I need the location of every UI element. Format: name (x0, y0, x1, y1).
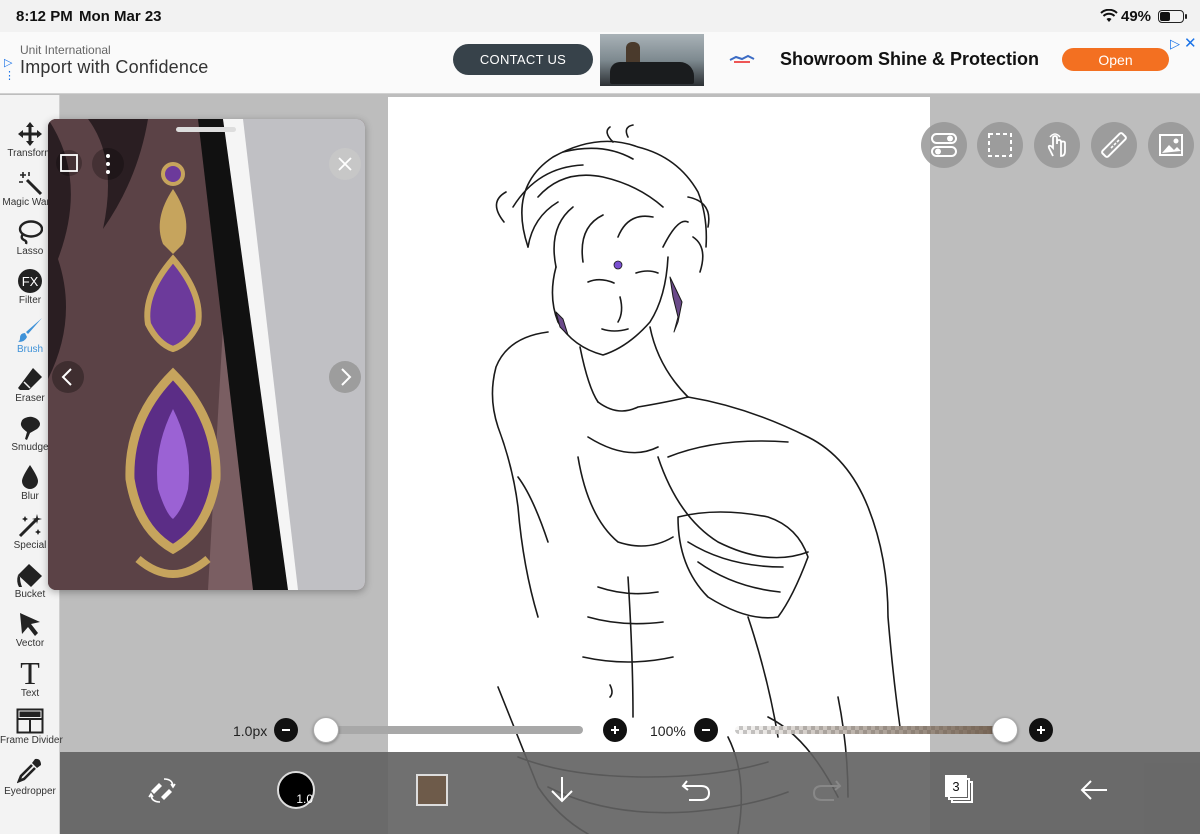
ad-photo-car (610, 62, 694, 84)
reference-frame-icon[interactable] (56, 150, 82, 176)
layers-button[interactable]: 3 (938, 762, 982, 818)
bottom-toolbar: 1.0 3 (60, 752, 1200, 834)
text-glyph: T (20, 657, 40, 687)
status-date: Mon Mar 23 (79, 8, 162, 25)
eyedropper-icon (17, 758, 41, 784)
plus-icon (1037, 726, 1045, 734)
selection-button[interactable] (977, 122, 1023, 168)
minus-icon (702, 729, 710, 731)
tool-label: Text (20, 688, 40, 699)
battery-icon (1158, 10, 1187, 23)
toggle-button[interactable] (921, 122, 967, 168)
reference-image (48, 119, 365, 590)
ad-secondary-headline[interactable]: Showroom Shine & Protection (780, 49, 1039, 70)
open-button[interactable]: Open (1062, 48, 1169, 71)
touch-button[interactable] (1034, 122, 1080, 168)
ad-company-name: Unit International (20, 43, 111, 57)
fx-glyph: FX (22, 274, 39, 289)
battery-percentage: 49% (1121, 8, 1152, 25)
status-time: 8:12 PM (16, 8, 73, 25)
touch-hand-icon (1047, 133, 1066, 157)
eraser-icon (18, 368, 42, 390)
brush-size-button[interactable]: 1.0 (274, 762, 318, 818)
cursor-arrow-icon (20, 613, 40, 636)
color-swatch-button[interactable] (410, 762, 454, 818)
image-icon (1159, 134, 1183, 156)
selection-icon (988, 133, 1012, 157)
brush-size-icon: 1.0 (277, 771, 315, 809)
swap-tools-button[interactable] (140, 762, 184, 818)
plus-icon (611, 726, 619, 734)
ad-banner[interactable]: ▷ ⋮ Unit International Import with Confid… (0, 32, 1200, 94)
smudge-icon (20, 416, 40, 440)
battery-fill (1160, 12, 1171, 21)
bucket-icon (17, 564, 42, 587)
brush-size-increase-button[interactable] (603, 718, 627, 742)
opacity-slider-handle[interactable] (992, 717, 1018, 743)
contact-us-button[interactable]: CONTACT US (453, 44, 593, 75)
ruler-button[interactable] (1091, 122, 1137, 168)
frame-divider-icon (16, 708, 44, 734)
ad-choices-icon[interactable]: ▷ ⋮ (4, 56, 15, 82)
ad-photo[interactable] (600, 34, 704, 86)
brush-size-slider[interactable] (326, 726, 583, 734)
ad-headline[interactable]: Import with Confidence (20, 57, 209, 78)
sparkle-wand-icon (18, 514, 42, 538)
download-icon (551, 777, 573, 803)
tool-label: Vector (15, 638, 45, 649)
layer-count: 3 (945, 775, 967, 797)
tool-vector[interactable]: Vector (0, 611, 60, 659)
brush-icon (18, 318, 42, 342)
wifi-icon (1100, 9, 1118, 22)
redo-icon (812, 780, 842, 801)
more-options-icon[interactable] (92, 148, 124, 180)
magic-wand-icon (19, 172, 43, 196)
brush-size-badge: 1.0 (296, 792, 313, 806)
drag-handle[interactable] (176, 127, 236, 132)
brush-size-slider-handle[interactable] (313, 717, 339, 743)
tool-label: Frame Divider (0, 735, 63, 746)
swap-tools-icon (148, 778, 176, 803)
ad-info-icon[interactable]: ▷ (1170, 36, 1180, 52)
color-swatch-icon (416, 774, 448, 806)
toggle-icon (931, 133, 957, 157)
undo-icon (681, 780, 711, 801)
image-button[interactable] (1148, 122, 1194, 168)
drop-icon (22, 465, 38, 489)
tool-eyedropper[interactable]: Eyedropper (0, 757, 60, 805)
advertiser-logo-icon (729, 54, 755, 63)
tool-label: Bucket (14, 589, 46, 600)
layers-icon: 3 (945, 775, 975, 805)
opacity-value: 100% (650, 723, 686, 739)
text-icon: T (20, 657, 40, 687)
back-button[interactable] (1072, 762, 1116, 818)
ruler-icon (1101, 132, 1127, 158)
lasso-icon (18, 220, 43, 245)
close-icon[interactable] (329, 148, 361, 180)
opacity-increase-button[interactable] (1029, 718, 1053, 742)
brush-size-decrease-button[interactable] (274, 718, 298, 742)
tool-text[interactable]: T Text (0, 657, 60, 705)
chevron-right-icon[interactable] (329, 361, 361, 393)
back-arrow-icon (1080, 780, 1107, 800)
tool-frame-divider[interactable]: Frame Divider (0, 708, 63, 756)
opacity-slider[interactable] (735, 726, 1015, 734)
close-icon[interactable]: ✕ (1184, 34, 1197, 52)
chevron-left-icon[interactable] (52, 361, 84, 393)
minus-icon (282, 729, 290, 731)
fx-icon: FX (18, 269, 42, 293)
download-button[interactable] (540, 762, 584, 818)
redo-button[interactable] (805, 762, 849, 818)
opacity-decrease-button[interactable] (694, 718, 718, 742)
tool-label: Eyedropper (4, 786, 56, 797)
reference-window[interactable] (48, 119, 365, 590)
status-bar: 8:12 PM Mon Mar 23 49% (0, 0, 1200, 32)
brush-size-value: 1.0px (233, 723, 268, 739)
move-arrows-icon (18, 122, 42, 146)
undo-button[interactable] (674, 762, 718, 818)
